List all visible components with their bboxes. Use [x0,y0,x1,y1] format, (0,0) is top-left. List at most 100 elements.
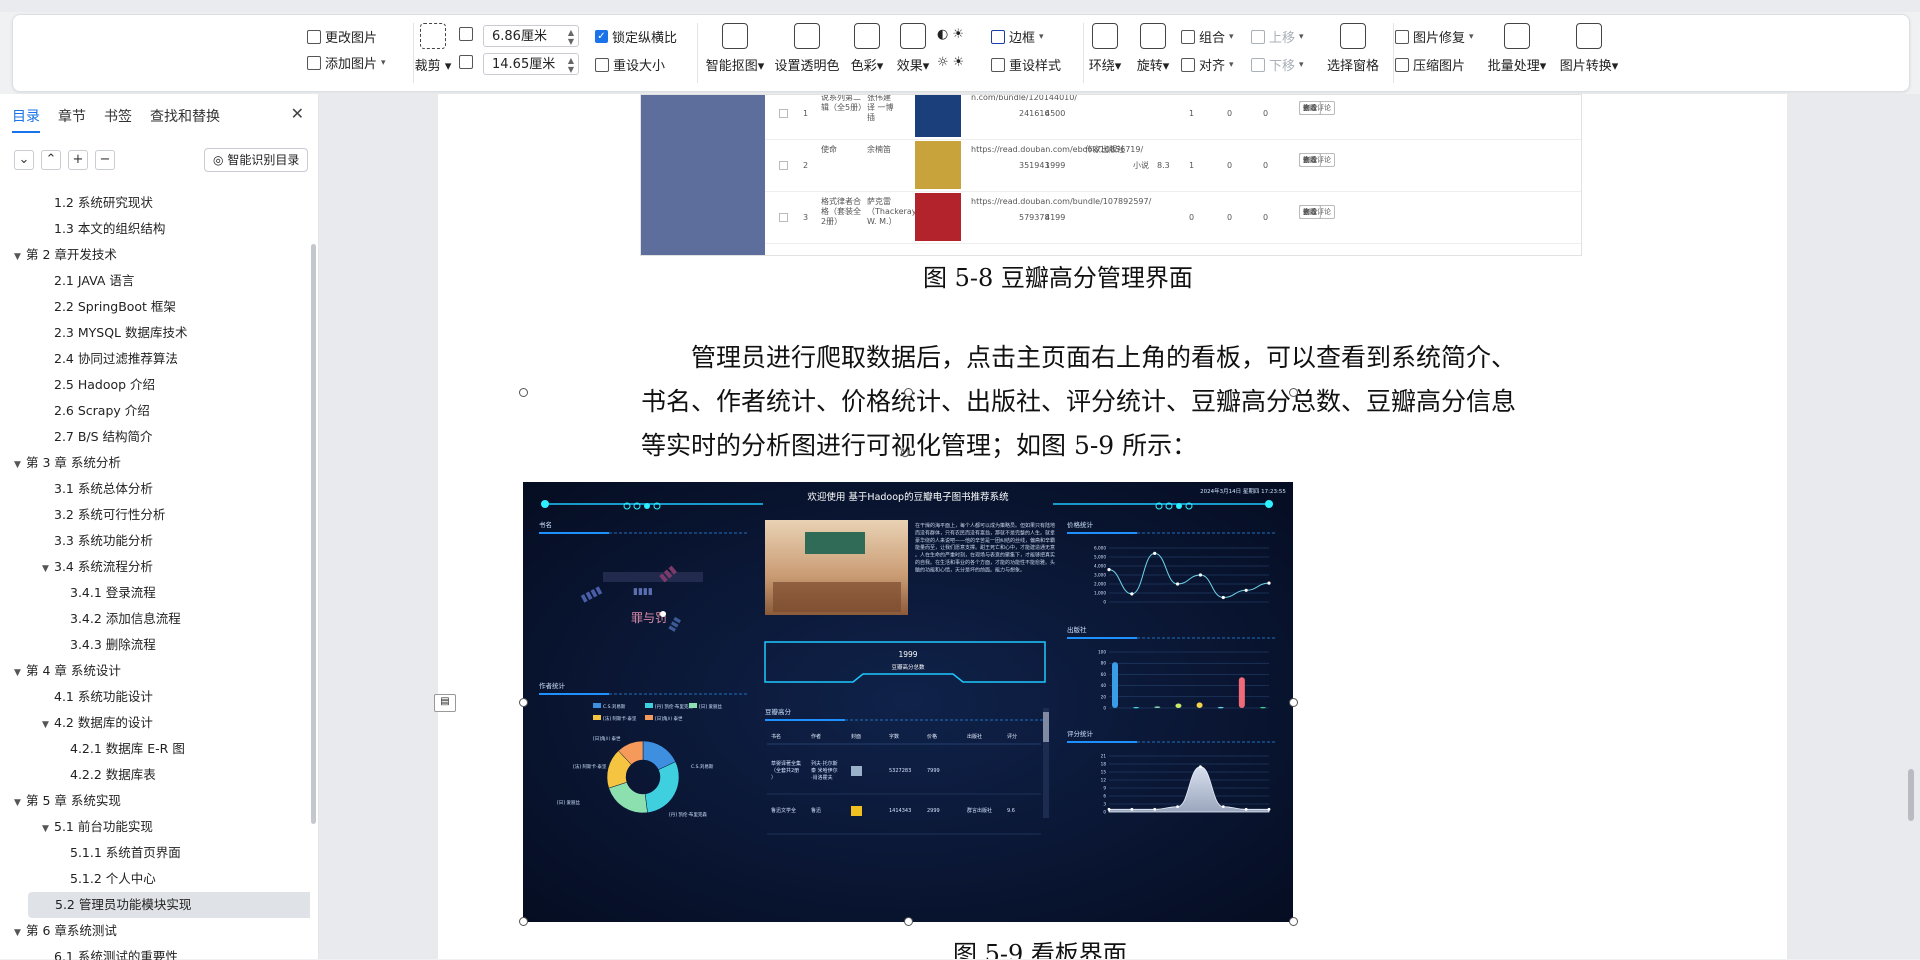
wrap-button[interactable]: 环绕▾ [1085,23,1125,74]
add-heading-button[interactable]: + [68,150,88,170]
expand-triangle-icon[interactable]: ▼ [14,244,26,270]
toc-item[interactable]: 5.2 管理员功能模块实现 [28,892,310,918]
sun-plus-icon[interactable]: ☀ [953,55,965,70]
toc-item[interactable]: ▼ 第 6 章系统测试 [0,918,117,944]
contrast-icon[interactable]: ☀ [952,27,964,42]
collapse-all-button[interactable]: ⌄ [14,150,34,170]
height-input[interactable]: 14.65厘米 ▲ ▼ [483,53,579,75]
toc-item[interactable]: 3.1 系统总体分析 [0,476,153,502]
delete-button[interactable]: 删除 [1299,205,1321,219]
send-backward-button[interactable]: 下移 ▾ [1251,55,1304,74]
set-transparent-button[interactable]: 设置透明色 [775,23,840,74]
toc-item[interactable]: 5.1.1 系统首页界面 [0,840,181,866]
toc-item[interactable]: 4.1 系统功能设计 [0,684,153,710]
dashboard-image[interactable]: 欢迎使用 基于Hadoop的豆瓣电子图书推荐系统 2024年3月14日 星期四 … [523,482,1293,922]
high-table-scrollbar[interactable] [1043,712,1049,742]
rotate-handle-icon[interactable]: ↻ [899,446,911,462]
spinner-icon[interactable]: ▲ ▼ [568,28,574,46]
toc-item[interactable]: 2.4 协同过滤推荐算法 [0,346,178,372]
toc-item[interactable]: 3.4.2 添加信息流程 [0,606,181,632]
tab-find-replace[interactable]: 查找和替换 [150,106,220,133]
toc-item[interactable]: 2.1 JAVA 语言 [0,268,134,294]
expand-triangle-icon[interactable]: ▼ [42,816,54,842]
toc-item[interactable]: 4.2.2 数据库表 [0,762,156,788]
toc-item[interactable]: ▼ 4.2 数据库的设计 [0,710,153,736]
resize-handle-tr[interactable] [1289,388,1298,397]
expand-up-button[interactable]: ⌃ [41,150,61,170]
smart-toc-button[interactable]: ◎ 智能识别目录 [204,148,309,172]
rotate-button[interactable]: 旋转▾ [1133,23,1173,74]
toc-item[interactable]: 2.6 Scrapy 介绍 [0,398,150,424]
row-checkbox[interactable] [779,161,788,170]
batch-process-button[interactable]: 批量处理▾ [1485,23,1549,74]
toc-scrollbar[interactable] [311,244,316,824]
document-scrollbar[interactable] [1908,769,1914,821]
toc-item[interactable]: 2.3 MYSQL 数据库技术 [0,320,187,346]
picture-convert-button[interactable]: 图片转换▾ [1557,23,1621,74]
row-checkbox[interactable] [779,109,788,118]
resize-handle-tl[interactable] [519,388,528,397]
expand-triangle-icon[interactable]: ▼ [14,920,26,946]
press-bar [1112,662,1118,708]
spinner-icon[interactable]: ▲ ▼ [568,56,574,74]
toc-item[interactable]: 6.1 系统测试的重要性 [0,944,178,960]
group-button[interactable]: 组合 ▾ [1181,27,1234,46]
delete-button[interactable]: 删除 [1299,101,1321,115]
row-checkbox[interactable] [779,213,788,222]
expand-triangle-icon[interactable]: ▼ [14,452,26,478]
expand-triangle-icon[interactable]: ▼ [42,712,54,738]
toc-item[interactable]: ▼ 第 2 章开发技术 [0,242,117,268]
layout-options-icon[interactable]: ▤ [434,694,456,712]
picture-repair-button[interactable]: 图片修复 ▾ [1395,27,1474,46]
toc-item[interactable]: 3.4.1 登录流程 [0,580,156,606]
lock-ratio-checkbox[interactable]: ✓ 锁定纵横比 [595,27,677,46]
bring-forward-button[interactable]: 上移 ▾ [1251,27,1304,46]
toc-item[interactable]: 3.4.3 删除流程 [0,632,156,658]
toc-item[interactable]: 5.1.2 个人中心 [0,866,156,892]
toc-item[interactable]: 2.5 Hadoop 介绍 [0,372,155,398]
douban-admin-screenshot[interactable]: 1 说系列第二辑（全5册） 张伟建 译 一博 插 n.com/bundle/12014… [640,94,1582,256]
border-button[interactable]: 边框 ▾ [991,27,1044,46]
contrast-button[interactable]: ☼ ☀ [937,55,964,70]
toc-item[interactable]: 1.2 系统研究现状 [0,190,153,216]
toc-item[interactable]: 4.2.1 数据库 E-R 图 [0,736,185,762]
expand-triangle-icon[interactable]: ▼ [42,556,54,582]
toc-item[interactable]: ▼ 第 4 章 系统设计 [0,658,121,684]
toc-item[interactable]: ▼ 第 3 章 系统分析 [0,450,121,476]
resize-handle-bottom[interactable] [904,917,913,926]
close-icon[interactable]: ✕ [291,104,304,123]
tab-bookmarks[interactable]: 书签 [104,106,132,133]
remove-heading-button[interactable]: − [95,150,115,170]
change-picture-button[interactable]: 更改图片 [307,27,377,46]
toc-item[interactable]: ▼ 3.4 系统流程分析 [0,554,153,580]
toc-item[interactable]: 3.3 系统功能分析 [0,528,153,554]
resize-handle-top[interactable] [904,388,913,397]
delete-button[interactable]: 删除 [1299,153,1321,167]
resize-handle-right[interactable] [1289,698,1298,707]
resize-handle-left[interactable] [519,698,528,707]
toc-item[interactable]: ▼ 第 5 章 系统实现 [0,788,121,814]
reset-size-button[interactable]: 重设大小 [595,55,665,74]
tab-toc[interactable]: 目录 [12,106,40,133]
smart-cutout-button[interactable]: 智能抠图▾ [703,23,767,74]
toc-item[interactable]: 2.2 SpringBoot 框架 [0,294,176,320]
resize-handle-br[interactable] [1289,917,1298,926]
tab-chapters[interactable]: 章节 [58,106,86,133]
compress-picture-button[interactable]: 压缩图片 [1395,55,1465,74]
toc-item[interactable]: 1.3 本文的组织结构 [0,216,165,242]
toc-item[interactable]: 2.7 B/S 结构简介 [0,424,153,450]
expand-triangle-icon[interactable]: ▼ [14,790,26,816]
resize-handle-bl[interactable] [519,917,528,926]
effects-button[interactable]: 效果▾ [893,23,933,74]
color-button[interactable]: 色彩▾ [847,23,887,74]
reset-style-button[interactable]: 重设样式 [991,55,1061,74]
width-input[interactable]: 6.86厘米 ▲ ▼ [483,25,579,47]
crop-button[interactable]: 裁剪 ▾ [411,23,455,74]
add-picture-button[interactable]: 添加图片 ▾ [307,53,386,72]
expand-triangle-icon[interactable]: ▼ [14,660,26,686]
align-button[interactable]: 对齐 ▾ [1181,55,1234,74]
selection-pane-button[interactable]: 选择窗格 [1321,23,1385,74]
toc-item[interactable]: 3.2 系统可行性分析 [0,502,165,528]
toc-item[interactable]: ▼ 5.1 前台功能实现 [0,814,153,840]
brightness-button[interactable]: ◐ ☀ [937,27,964,42]
